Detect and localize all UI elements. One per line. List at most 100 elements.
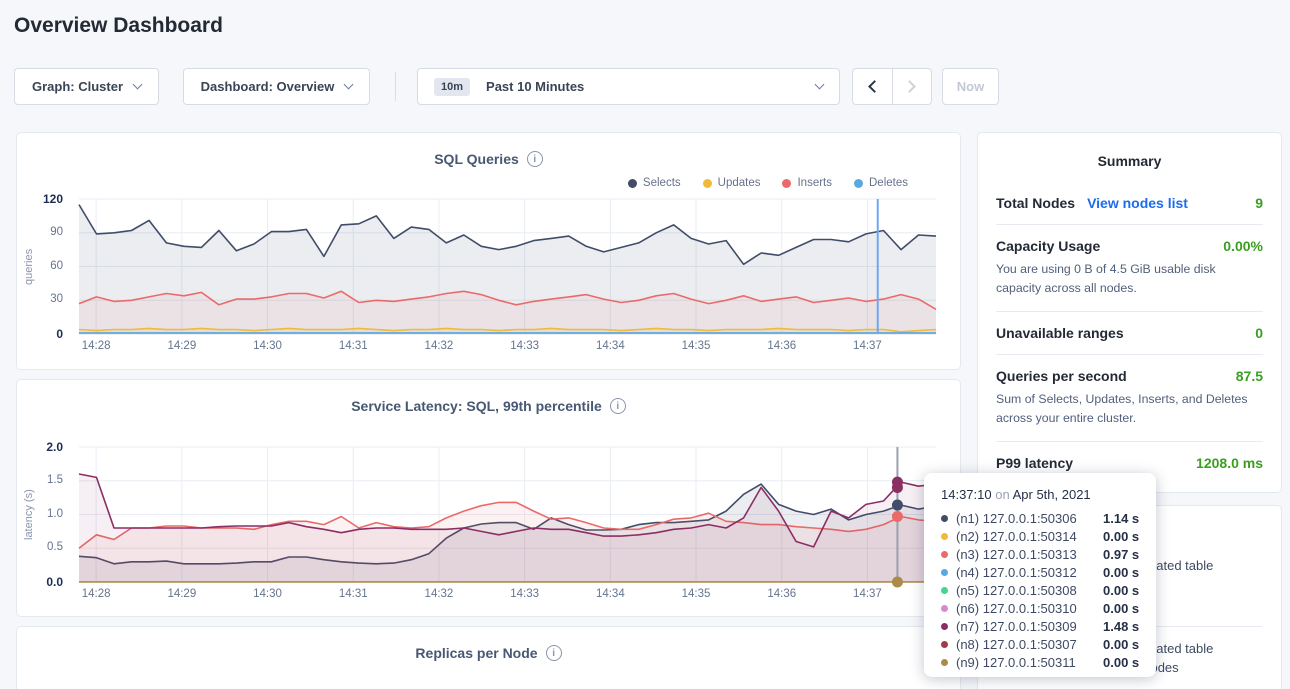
chevron-down-icon <box>815 80 825 90</box>
legend-dot-icon <box>782 179 791 188</box>
x-axis-ticks: 14:2814:2914:3014:3114:3214:3314:3414:35… <box>79 340 936 356</box>
tooltip-node-row: (n1) 127.0.0.1:503061.14 s <box>941 509 1156 527</box>
tooltip-node-value: 0.00 s <box>1103 565 1139 580</box>
x-tick-label: 14:32 <box>414 340 464 352</box>
tooltip-node-address: (n6) 127.0.0.1:50310 <box>956 601 1103 616</box>
y-axis-ticks: 0.00.51.01.52.0 <box>17 447 71 582</box>
tooltip-node-row: (n6) 127.0.0.1:503100.00 s <box>941 599 1156 617</box>
tooltip-node-address: (n1) 127.0.0.1:50306 <box>956 511 1103 526</box>
queries-per-second-label: Queries per second <box>996 368 1127 384</box>
legend-dot-icon <box>628 179 637 188</box>
tooltip-node-address: (n5) 127.0.0.1:50308 <box>956 583 1103 598</box>
info-icon[interactable]: i <box>527 151 543 167</box>
tooltip-node-row: (n4) 127.0.0.1:503120.00 s <box>941 563 1156 581</box>
x-tick-label: 14:35 <box>671 588 721 600</box>
sql-queries-legend: Selects Updates Inserts Deletes <box>628 177 908 189</box>
graph-scope-dropdown[interactable]: Graph: Cluster <box>14 68 159 105</box>
x-tick-label: 14:29 <box>157 588 207 600</box>
legend-dot-icon <box>854 179 863 188</box>
tooltip-node-value: 0.00 s <box>1103 583 1139 598</box>
time-range-label: Past 10 Minutes <box>486 79 584 94</box>
tooltip-node-row: (n7) 127.0.0.1:503091.48 s <box>941 617 1156 635</box>
info-icon[interactable]: i <box>610 398 626 414</box>
now-label: Now <box>957 79 984 94</box>
time-step-buttons <box>852 68 932 105</box>
legend-item-inserts[interactable]: Inserts <box>782 177 832 189</box>
y-tick-label: 0 <box>17 327 63 341</box>
total-nodes-value: 9 <box>1255 195 1263 211</box>
now-button[interactable]: Now <box>942 68 999 105</box>
tooltip-node-value: 0.00 s <box>1103 601 1139 616</box>
unavailable-ranges-value: 0 <box>1255 325 1263 341</box>
summary-row-unavailable-ranges: Unavailable ranges 0 <box>996 311 1263 354</box>
y-tick-label: 1.5 <box>17 474 63 486</box>
service-latency-plot-area[interactable] <box>79 447 936 582</box>
p99-latency-value: 1208.0 ms <box>1196 455 1263 471</box>
y-tick-label: 30 <box>17 293 63 305</box>
queries-per-second-description: Sum of Selects, Updates, Inserts, and De… <box>996 390 1263 428</box>
y-tick-label: 0.5 <box>17 541 63 553</box>
view-nodes-list-link[interactable]: View nodes list <box>1087 195 1188 211</box>
x-tick-label: 14:31 <box>328 340 378 352</box>
time-step-back-button[interactable] <box>853 69 892 104</box>
tooltip-node-value: 0.00 s <box>1103 655 1139 670</box>
overview-dashboard-page: { "page": { "title": "Overview Dashboard… <box>0 0 1290 689</box>
x-tick-label: 14:28 <box>71 340 121 352</box>
series-dot-icon <box>941 587 948 594</box>
chevron-down-icon <box>133 80 143 90</box>
dashboard-dropdown[interactable]: Dashboard: Overview <box>183 68 370 105</box>
service-latency-chart-card: Service Latency: SQL, 99th percentile i … <box>16 379 961 617</box>
summary-row-capacity-usage: Capacity Usage 0.00% You are using 0 B o… <box>996 224 1263 311</box>
tooltip-node-row: (n8) 127.0.0.1:503070.00 s <box>941 635 1156 653</box>
chevron-left-icon <box>868 80 881 93</box>
x-tick-label: 14:33 <box>500 588 550 600</box>
sql-queries-chart-card: SQL Queries i Selects Updates Inserts Delet… <box>16 132 961 370</box>
series-dot-icon <box>941 551 948 558</box>
y-tick-label: 2.0 <box>17 440 63 454</box>
replicas-per-node-chart-card: Replicas per Node i <box>16 626 961 689</box>
p99-latency-label: P99 latency <box>996 455 1073 471</box>
chevron-right-icon <box>903 80 916 93</box>
tooltip-node-value: 0.00 s <box>1103 529 1139 544</box>
time-range-dropdown[interactable]: 10m Past 10 Minutes <box>417 68 840 105</box>
series-dot-icon <box>941 623 948 630</box>
tooltip-node-value: 0.00 s <box>1103 637 1139 652</box>
x-tick-label: 14:37 <box>842 588 892 600</box>
summary-title: Summary <box>978 133 1281 182</box>
x-tick-label: 14:36 <box>757 340 807 352</box>
x-tick-label: 14:33 <box>500 340 550 352</box>
legend-item-selects[interactable]: Selects <box>628 177 681 189</box>
tooltip-timestamp: 14:37:10 on Apr 5th, 2021 <box>941 487 1156 502</box>
y-tick-label: 60 <box>17 260 63 272</box>
summary-row-queries-per-second: Queries per second 87.5 Sum of Selects, … <box>996 354 1263 441</box>
x-axis-ticks: 14:2814:2914:3014:3114:3214:3314:3414:35… <box>79 588 936 604</box>
sql-queries-plot-area[interactable] <box>79 199 936 334</box>
x-tick-label: 14:28 <box>71 588 121 600</box>
tooltip-node-value: 1.14 s <box>1103 511 1139 526</box>
tooltip-node-address: (n9) 127.0.0.1:50311 <box>956 655 1103 670</box>
legend-item-deletes[interactable]: Deletes <box>854 177 908 189</box>
tooltip-node-row: (n5) 127.0.0.1:503080.00 s <box>941 581 1156 599</box>
capacity-usage-value: 0.00% <box>1223 238 1263 254</box>
x-tick-label: 14:34 <box>585 340 635 352</box>
toolbar-divider <box>395 72 396 101</box>
tooltip-node-value: 0.97 s <box>1103 547 1139 562</box>
x-tick-label: 14:31 <box>328 588 378 600</box>
service-latency-chart-title: Service Latency: SQL, 99th percentile <box>351 398 602 414</box>
tooltip-node-rows: (n1) 127.0.0.1:503061.14 s(n2) 127.0.0.1… <box>941 509 1156 671</box>
sql-queries-chart-title: SQL Queries <box>434 151 519 167</box>
summary-panel: Summary Total Nodes View nodes list 9 Ca… <box>977 132 1282 493</box>
series-dot-icon <box>941 515 948 522</box>
replicas-per-node-chart-title: Replicas per Node <box>415 645 537 661</box>
time-step-forward-button[interactable] <box>892 69 932 104</box>
tooltip-node-row: (n2) 127.0.0.1:503140.00 s <box>941 527 1156 545</box>
y-axis-ticks: 0306090120 <box>17 199 71 334</box>
legend-item-updates[interactable]: Updates <box>703 177 761 189</box>
series-dot-icon <box>941 641 948 648</box>
info-icon[interactable]: i <box>546 645 562 661</box>
series-dot-icon <box>941 533 948 540</box>
tooltip-node-address: (n8) 127.0.0.1:50307 <box>956 637 1103 652</box>
total-nodes-label: Total Nodes <box>996 195 1075 211</box>
graph-scope-label: Graph: Cluster <box>32 79 123 94</box>
y-tick-label: 120 <box>17 192 63 206</box>
